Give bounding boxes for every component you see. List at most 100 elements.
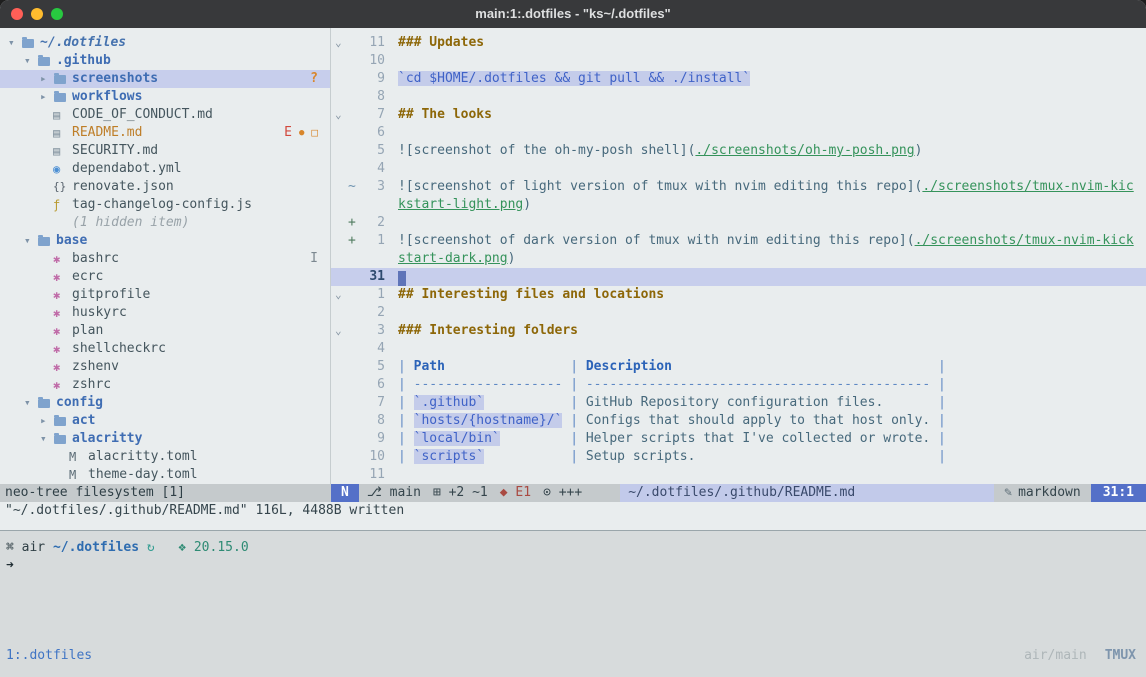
tree-indent <box>0 169 40 170</box>
editor-line[interactable]: kstart-light.png) <box>331 196 1146 214</box>
traffic-lights <box>11 8 63 20</box>
editor-line[interactable]: ⌄11### Updates <box>331 34 1146 52</box>
editor-line[interactable]: ⌄1## Interesting files and locations <box>331 286 1146 304</box>
line-content <box>398 268 406 286</box>
editor-line[interactable]: ⌄7## The looks <box>331 106 1146 124</box>
tree-item-config[interactable]: ▾ config <box>0 394 330 412</box>
editor-line[interactable]: ⌄3### Interesting folders <box>331 322 1146 340</box>
line-content: ## Interesting files and locations <box>398 286 664 304</box>
tree-item-shellcheckrc[interactable]: ✱shellcheckrc <box>0 340 330 358</box>
tree-item-code-of-conduct-md[interactable]: ▤CODE_OF_CONDUCT.md <box>0 106 330 124</box>
tree-item-tag-changelog-config-js[interactable]: ƒtag-changelog-config.js <box>0 196 330 214</box>
editor-line[interactable]: +1![screenshot of dark version of tmux w… <box>331 232 1146 250</box>
folder-icon <box>54 93 66 102</box>
tree-item-renovate-json[interactable]: {}renovate.json <box>0 178 330 196</box>
tree-item-zshrc[interactable]: ✱zshrc <box>0 376 330 394</box>
tree-item-huskyrc[interactable]: ✱huskyrc <box>0 304 330 322</box>
git-status-item: ⊙ +++ <box>543 484 582 502</box>
tree-item-dotfiles[interactable]: ▾~/.dotfiles <box>0 34 330 52</box>
line-number: 6 <box>359 376 385 394</box>
editor-panel[interactable]: ⌄11### Updates109`cd $HOME/.dotfiles && … <box>331 28 1146 484</box>
tree-expander-icon[interactable]: ▾ <box>24 52 37 70</box>
editor-line[interactable]: 6 <box>331 124 1146 142</box>
tree-item-workflows[interactable]: ▸ workflows <box>0 88 330 106</box>
editor-line[interactable]: 8| `hosts/{hostname}/` | Configs that sh… <box>331 412 1146 430</box>
fullscreen-button[interactable] <box>51 8 63 20</box>
code-segment: ------------------- <box>414 377 563 392</box>
tree-indent <box>0 259 40 260</box>
editor-line[interactable]: ~3![screenshot of light version of tmux … <box>331 178 1146 196</box>
tree-item-label: config <box>56 394 103 412</box>
editor-line[interactable]: 11 <box>331 466 1146 484</box>
statusline-filepath: ~/.dotfiles/.github/README.md <box>620 484 994 502</box>
editor-line[interactable]: 7| `.github` | GitHub Repository configu… <box>331 394 1146 412</box>
tree-item-label: alacritty.toml <box>88 448 198 466</box>
tree-expander-icon[interactable]: ▸ <box>40 70 53 88</box>
editor-line[interactable]: +2 <box>331 214 1146 232</box>
tree-item-act[interactable]: ▸act <box>0 412 330 430</box>
editor-line[interactable]: 10 <box>331 52 1146 70</box>
fold-icon[interactable]: ⌄ <box>331 34 348 52</box>
tree-expander-icon[interactable]: ▾ <box>24 232 37 250</box>
editor-line[interactable]: start-dark.png) <box>331 250 1146 268</box>
tree-item-screenshots[interactable]: ▸screenshots? <box>0 70 330 88</box>
code-segment: start-dark.png <box>398 251 508 266</box>
line-number: 5 <box>359 142 385 160</box>
editor-line[interactable]: 9| `local/bin` | Helper scripts that I'v… <box>331 430 1146 448</box>
tree-item-readme-md[interactable]: ▤README.mdE●□ <box>0 124 330 142</box>
code-segment: Path <box>414 359 445 374</box>
fold-icon[interactable]: ⌄ <box>331 286 348 304</box>
tree-indent <box>0 205 40 206</box>
tree-item-theme-day-toml[interactable]: Mtheme-day.toml <box>0 466 330 484</box>
minimize-button[interactable] <box>31 8 43 20</box>
tree-item-alacritty[interactable]: ▾alacritty <box>0 430 330 448</box>
tree-expander-icon[interactable]: ▾ <box>40 430 53 448</box>
tree-item-base[interactable]: ▾base <box>0 232 330 250</box>
node-version: ❖ 20.15.0 <box>178 539 248 557</box>
tree-expander-icon[interactable]: ▸ <box>40 412 53 430</box>
tree-expander-icon[interactable]: ▾ <box>8 34 21 52</box>
tree-indent <box>0 349 40 350</box>
editor-line[interactable]: 5| Path | Description | <box>331 358 1146 376</box>
tree-expander-icon[interactable]: ▾ <box>24 394 37 412</box>
tree-item-label: huskyrc <box>72 304 127 322</box>
tree-item-label: workflows <box>72 88 142 106</box>
shell-pane[interactable]: ⌘ air ~/.dotfiles ↻ ❖ 20.15.0 ➜ 1:.dotfi… <box>0 531 1146 677</box>
fold-icon[interactable]: ⌄ <box>331 106 348 124</box>
tree-item-zshenv[interactable]: ✱zshenv <box>0 358 330 376</box>
tree-status-marker: ? <box>310 70 318 88</box>
line-number: 1 <box>359 232 385 250</box>
editor-line[interactable]: 9`cd $HOME/.dotfiles && git pull && ./in… <box>331 70 1146 88</box>
tmux-window-name[interactable]: 1:.dotfiles <box>6 647 92 665</box>
editor-line[interactable]: 8 <box>331 88 1146 106</box>
tree-item-alacritty-toml[interactable]: Malacritty.toml <box>0 448 330 466</box>
editor-line[interactable]: 10| `scripts` | Setup scripts. | <box>331 448 1146 466</box>
tree-expander-icon[interactable]: ▸ <box>40 88 53 106</box>
editor-line[interactable]: 4 <box>331 340 1146 358</box>
tree-item-gitprofile[interactable]: ✱gitprofile <box>0 286 330 304</box>
editor-line[interactable]: 31 <box>331 268 1146 286</box>
editor-line[interactable]: 2 <box>331 304 1146 322</box>
tree-item-1-hidden-item[interactable]: (1 hidden item) <box>0 214 330 232</box>
editor-line[interactable]: 4 <box>331 160 1146 178</box>
close-button[interactable] <box>11 8 23 20</box>
code-segment: | <box>930 377 946 392</box>
tree-item-security-md[interactable]: ▤SECURITY.md <box>0 142 330 160</box>
line-content: | `local/bin` | Helper scripts that I've… <box>398 430 946 448</box>
code-segment <box>500 431 563 446</box>
folder-icon <box>38 399 50 408</box>
line-number: 7 <box>359 106 385 124</box>
tree-item-dependabot-yml[interactable]: ◉dependabot.yml <box>0 160 330 178</box>
editor-line[interactable]: 6| ------------------- | ---------------… <box>331 376 1146 394</box>
tree-indent <box>0 97 40 98</box>
fold-icon[interactable]: ⌄ <box>331 322 348 340</box>
tree-item-ecrc[interactable]: ✱ecrc <box>0 268 330 286</box>
tree-indent <box>0 277 40 278</box>
tree-item-github[interactable]: ▾.github <box>0 52 330 70</box>
tree-item-bashrc[interactable]: ✱bashrcI <box>0 250 330 268</box>
code-segment: ### Interesting folders <box>398 323 578 338</box>
tree-item-plan[interactable]: ✱plan <box>0 322 330 340</box>
editor-line[interactable]: 5![screenshot of the oh-my-posh shell](.… <box>331 142 1146 160</box>
code-segment <box>484 449 562 464</box>
code-segment: | <box>398 359 414 374</box>
